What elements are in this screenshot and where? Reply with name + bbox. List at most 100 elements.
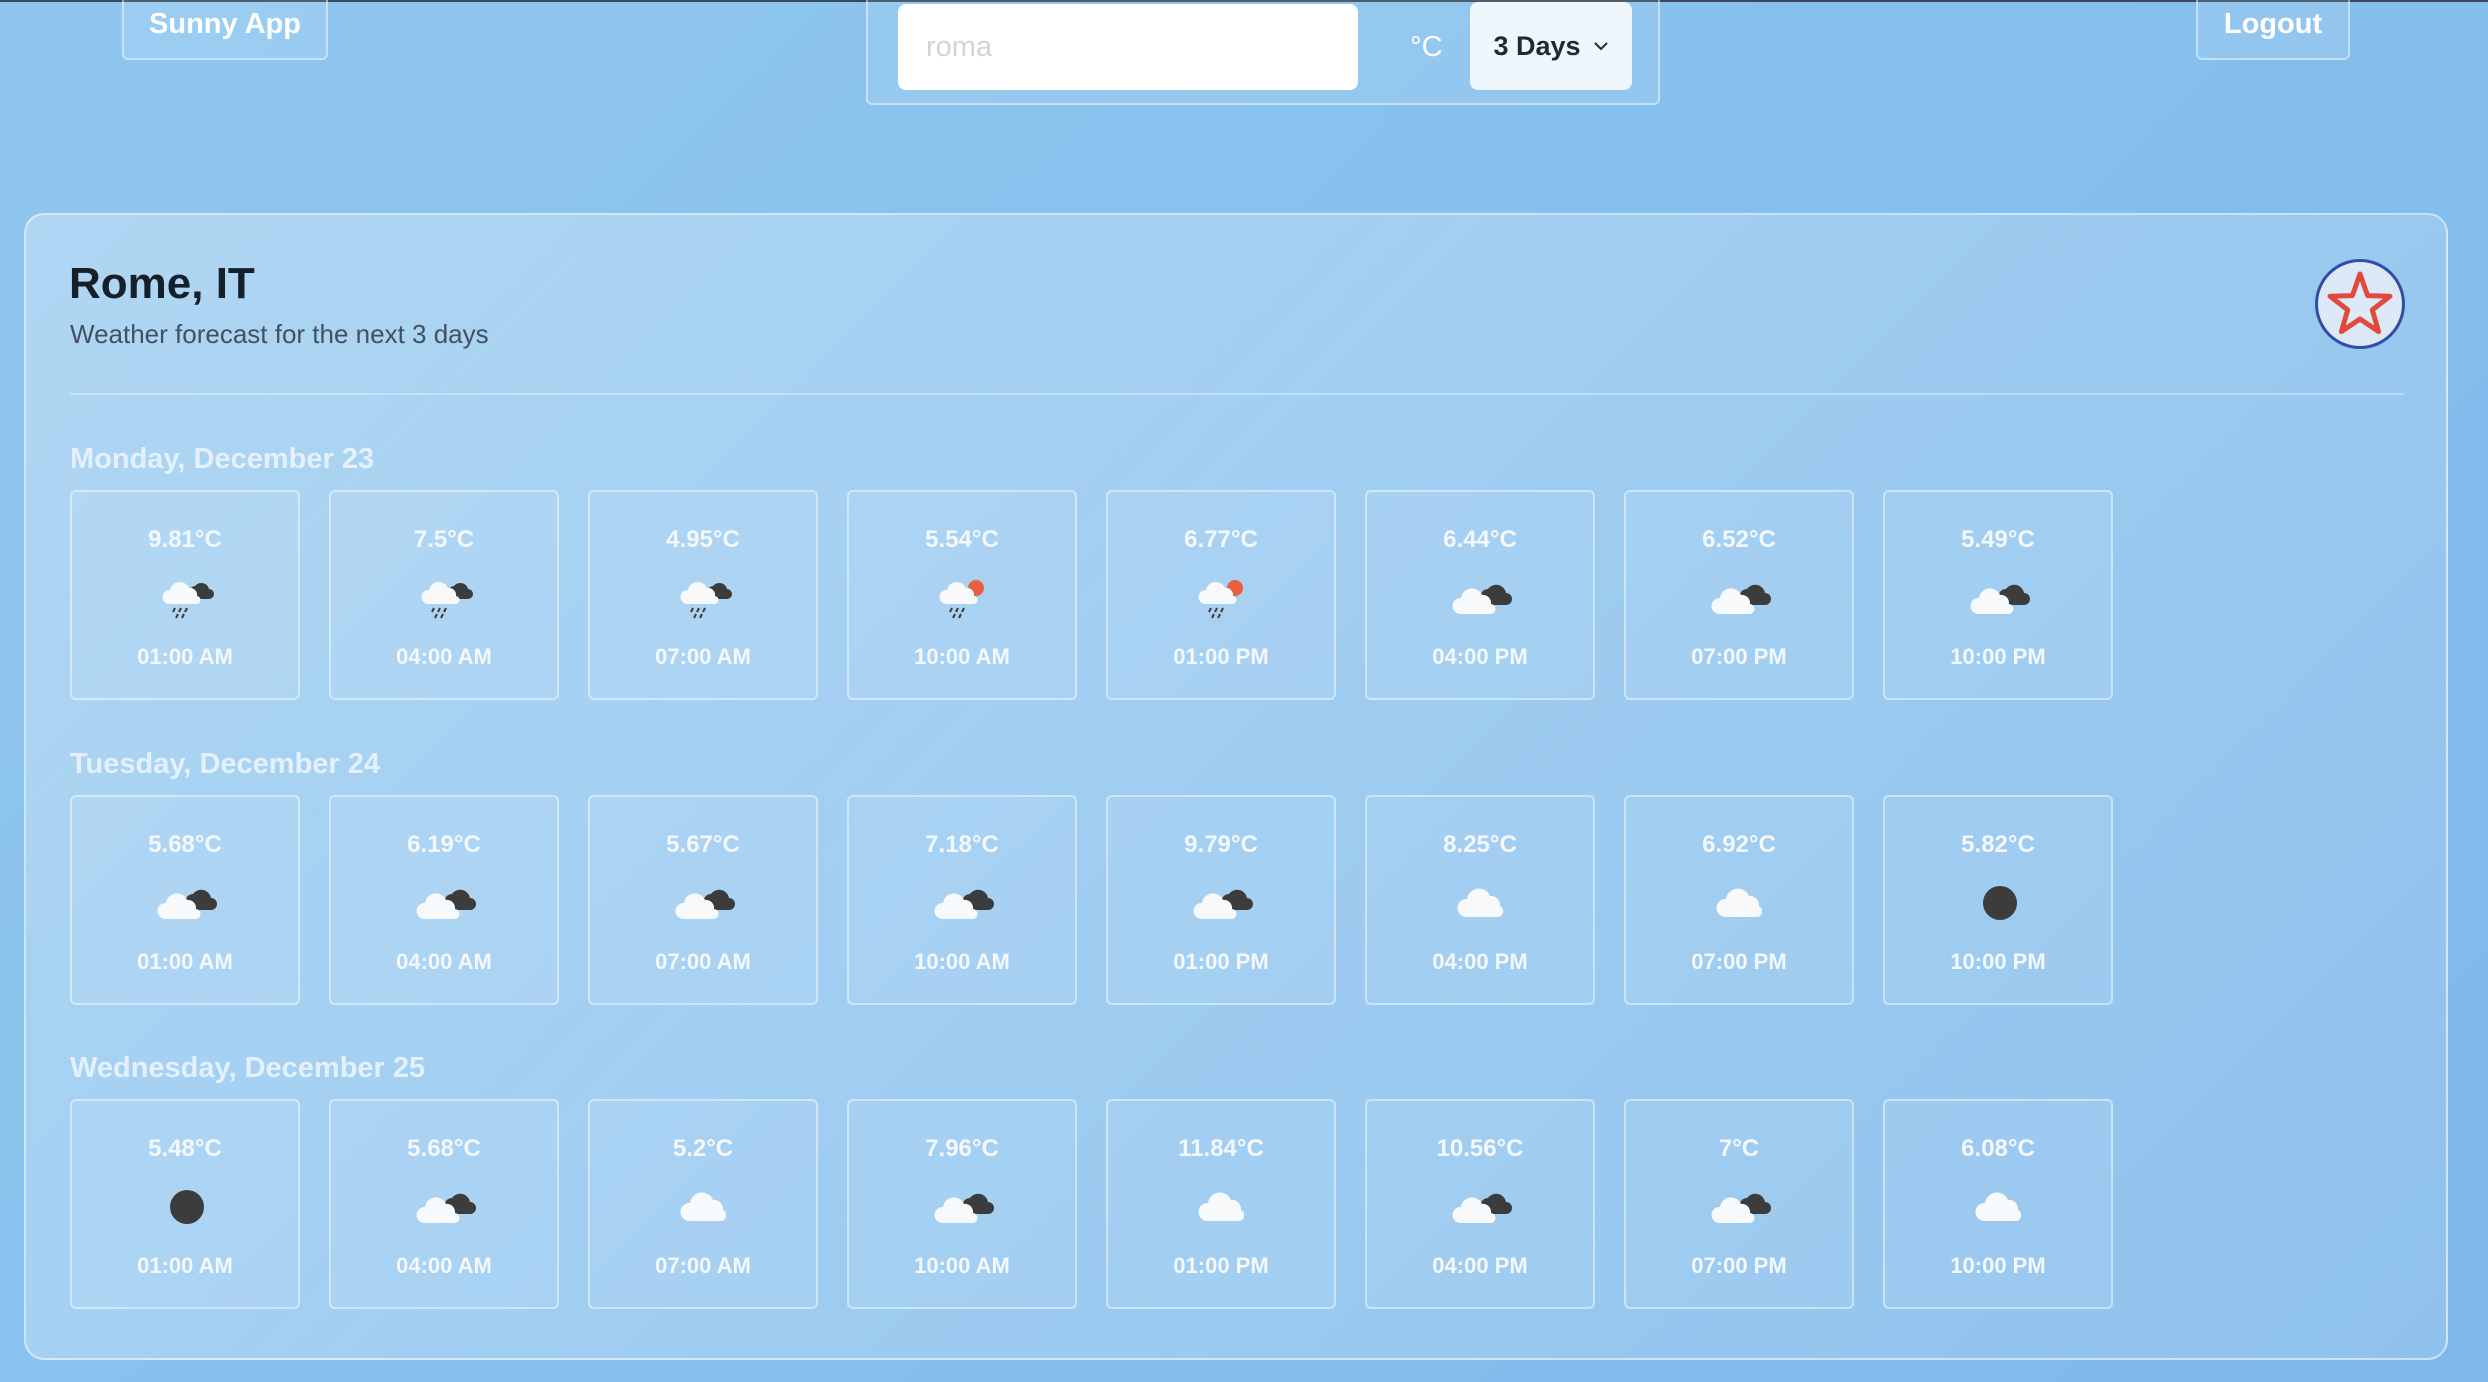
- forecast-card: 9.79°C 01:00 PM: [1106, 795, 1336, 1005]
- forecast-card: 10.56°C 04:00 PM: [1365, 1099, 1595, 1309]
- forecast-panel: Rome, IT Weather forecast for the next 3…: [24, 213, 2448, 1360]
- forecast-card: 5.68°C 04:00 AM: [329, 1099, 559, 1309]
- cloud-icon: [675, 1183, 735, 1231]
- search-bar: °C 3 Days: [866, 0, 1660, 105]
- temperature: 5.67°C: [666, 831, 740, 858]
- days-range-dropdown[interactable]: 3 Days: [1470, 2, 1632, 90]
- day-heading: Tuesday, December 24: [70, 748, 381, 780]
- temperature: 10.56°C: [1436, 1135, 1524, 1162]
- temperature: 5.68°C: [148, 831, 222, 858]
- forecast-time: 07:00 PM: [1691, 949, 1787, 974]
- temperature: 9.81°C: [148, 526, 222, 553]
- brand-label: Sunny App: [149, 7, 301, 40]
- day-heading: Monday, December 23: [70, 443, 375, 475]
- temperature: 6.92°C: [1702, 831, 1776, 858]
- broken-clouds-icon: [934, 879, 994, 927]
- temperature: 5.48°C: [148, 1135, 222, 1162]
- forecast-time: 01:00 PM: [1173, 644, 1269, 669]
- unit-toggle[interactable]: °C: [1410, 4, 1443, 90]
- forecast-time: 10:00 PM: [1950, 644, 2046, 669]
- clear-night-icon: [157, 1183, 217, 1231]
- forecast-card: 8.25°C 04:00 PM: [1365, 795, 1595, 1005]
- cloud-icon: [1970, 1183, 2030, 1231]
- temperature: 7.96°C: [925, 1135, 999, 1162]
- broken-clouds-icon: [1711, 1183, 1771, 1231]
- forecast-card: 5.68°C 01:00 AM: [70, 795, 300, 1005]
- star-icon: [2327, 271, 2393, 335]
- forecast-time: 07:00 AM: [655, 1253, 751, 1278]
- temperature: 7°C: [1718, 1135, 1760, 1162]
- broken-clouds-icon: [416, 879, 476, 927]
- logout-button[interactable]: Logout: [2196, 0, 2350, 60]
- rain-sun-icon: [934, 574, 994, 622]
- brand-button[interactable]: Sunny App: [122, 0, 328, 60]
- temperature: 5.82°C: [1961, 831, 2035, 858]
- temperature: 7.5°C: [413, 526, 475, 553]
- forecast-time: 07:00 PM: [1691, 644, 1787, 669]
- forecast-card: 7.5°C 04:00 AM: [329, 490, 559, 700]
- favorite-button[interactable]: [2315, 259, 2405, 349]
- forecast-card: 7.18°C 10:00 AM: [847, 795, 1077, 1005]
- temperature: 6.19°C: [407, 831, 481, 858]
- cloud-icon: [1452, 879, 1512, 927]
- forecast-card: 5.82°C 10:00 PM: [1883, 795, 2113, 1005]
- forecast-card: 5.49°C 10:00 PM: [1883, 490, 2113, 700]
- forecast-card: 6.19°C 04:00 AM: [329, 795, 559, 1005]
- temperature: 5.54°C: [925, 526, 999, 553]
- forecast-card: 7°C 07:00 PM: [1624, 1099, 1854, 1309]
- forecast-time: 04:00 PM: [1432, 644, 1528, 669]
- broken-clouds-icon: [1711, 574, 1771, 622]
- broken-clouds-icon: [1452, 574, 1512, 622]
- forecast-card: 6.92°C 07:00 PM: [1624, 795, 1854, 1005]
- forecast-card: 5.2°C 07:00 AM: [588, 1099, 818, 1309]
- rain-night-icon: [416, 574, 476, 622]
- search-input[interactable]: [898, 4, 1358, 90]
- temperature: 4.95°C: [666, 526, 740, 553]
- city-title: Rome, IT: [69, 259, 255, 308]
- forecast-card: 6.52°C 07:00 PM: [1624, 490, 1854, 700]
- temperature: 5.2°C: [672, 1135, 734, 1162]
- temperature: 9.79°C: [1184, 831, 1258, 858]
- forecast-card: 5.67°C 07:00 AM: [588, 795, 818, 1005]
- broken-clouds-icon: [1452, 1183, 1512, 1231]
- forecast-subtitle: Weather forecast for the next 3 days: [70, 319, 489, 349]
- forecast-time: 10:00 AM: [914, 644, 1010, 669]
- forecast-time: 04:00 AM: [396, 644, 492, 669]
- temperature: 6.08°C: [1961, 1135, 2035, 1162]
- days-range-label: 3 Days: [1493, 30, 1581, 61]
- forecast-time: 07:00 AM: [655, 644, 751, 669]
- forecast-time: 04:00 PM: [1432, 949, 1528, 974]
- divider: [70, 393, 2404, 395]
- forecast-card: 11.84°C 01:00 PM: [1106, 1099, 1336, 1309]
- forecast-card: 6.08°C 10:00 PM: [1883, 1099, 2113, 1309]
- rain-sun-icon: [1193, 574, 1253, 622]
- forecast-time: 10:00 PM: [1950, 1253, 2046, 1278]
- temperature: 11.84°C: [1178, 1135, 1264, 1162]
- forecast-time: 04:00 AM: [396, 949, 492, 974]
- chevron-down-icon: [1593, 42, 1608, 51]
- day-heading: Wednesday, December 25: [70, 1052, 426, 1084]
- forecast-time: 01:00 AM: [137, 1253, 233, 1278]
- temperature: 5.49°C: [1961, 526, 2035, 553]
- rain-night-icon: [675, 574, 735, 622]
- logout-label: Logout: [2223, 7, 2323, 40]
- forecast-time: 01:00 AM: [137, 949, 233, 974]
- forecast-time: 01:00 PM: [1173, 1253, 1269, 1278]
- cloud-icon: [1193, 1183, 1253, 1231]
- forecast-card: 7.96°C 10:00 AM: [847, 1099, 1077, 1309]
- forecast-card: 6.44°C 04:00 PM: [1365, 490, 1595, 700]
- broken-clouds-icon: [934, 1183, 994, 1231]
- temperature: 6.52°C: [1702, 526, 1776, 553]
- broken-clouds-icon: [675, 879, 735, 927]
- forecast-card: 4.95°C 07:00 AM: [588, 490, 818, 700]
- temperature: 6.77°C: [1184, 526, 1258, 553]
- clear-night-icon: [1970, 879, 2030, 927]
- temperature: 7.18°C: [925, 831, 999, 858]
- broken-clouds-icon: [157, 879, 217, 927]
- cloud-icon: [1711, 879, 1771, 927]
- forecast-time: 10:00 PM: [1950, 949, 2046, 974]
- broken-clouds-icon: [1193, 879, 1253, 927]
- temperature: 8.25°C: [1443, 831, 1517, 858]
- forecast-time: 04:00 AM: [396, 1253, 492, 1278]
- forecast-card: 5.48°C 01:00 AM: [70, 1099, 300, 1309]
